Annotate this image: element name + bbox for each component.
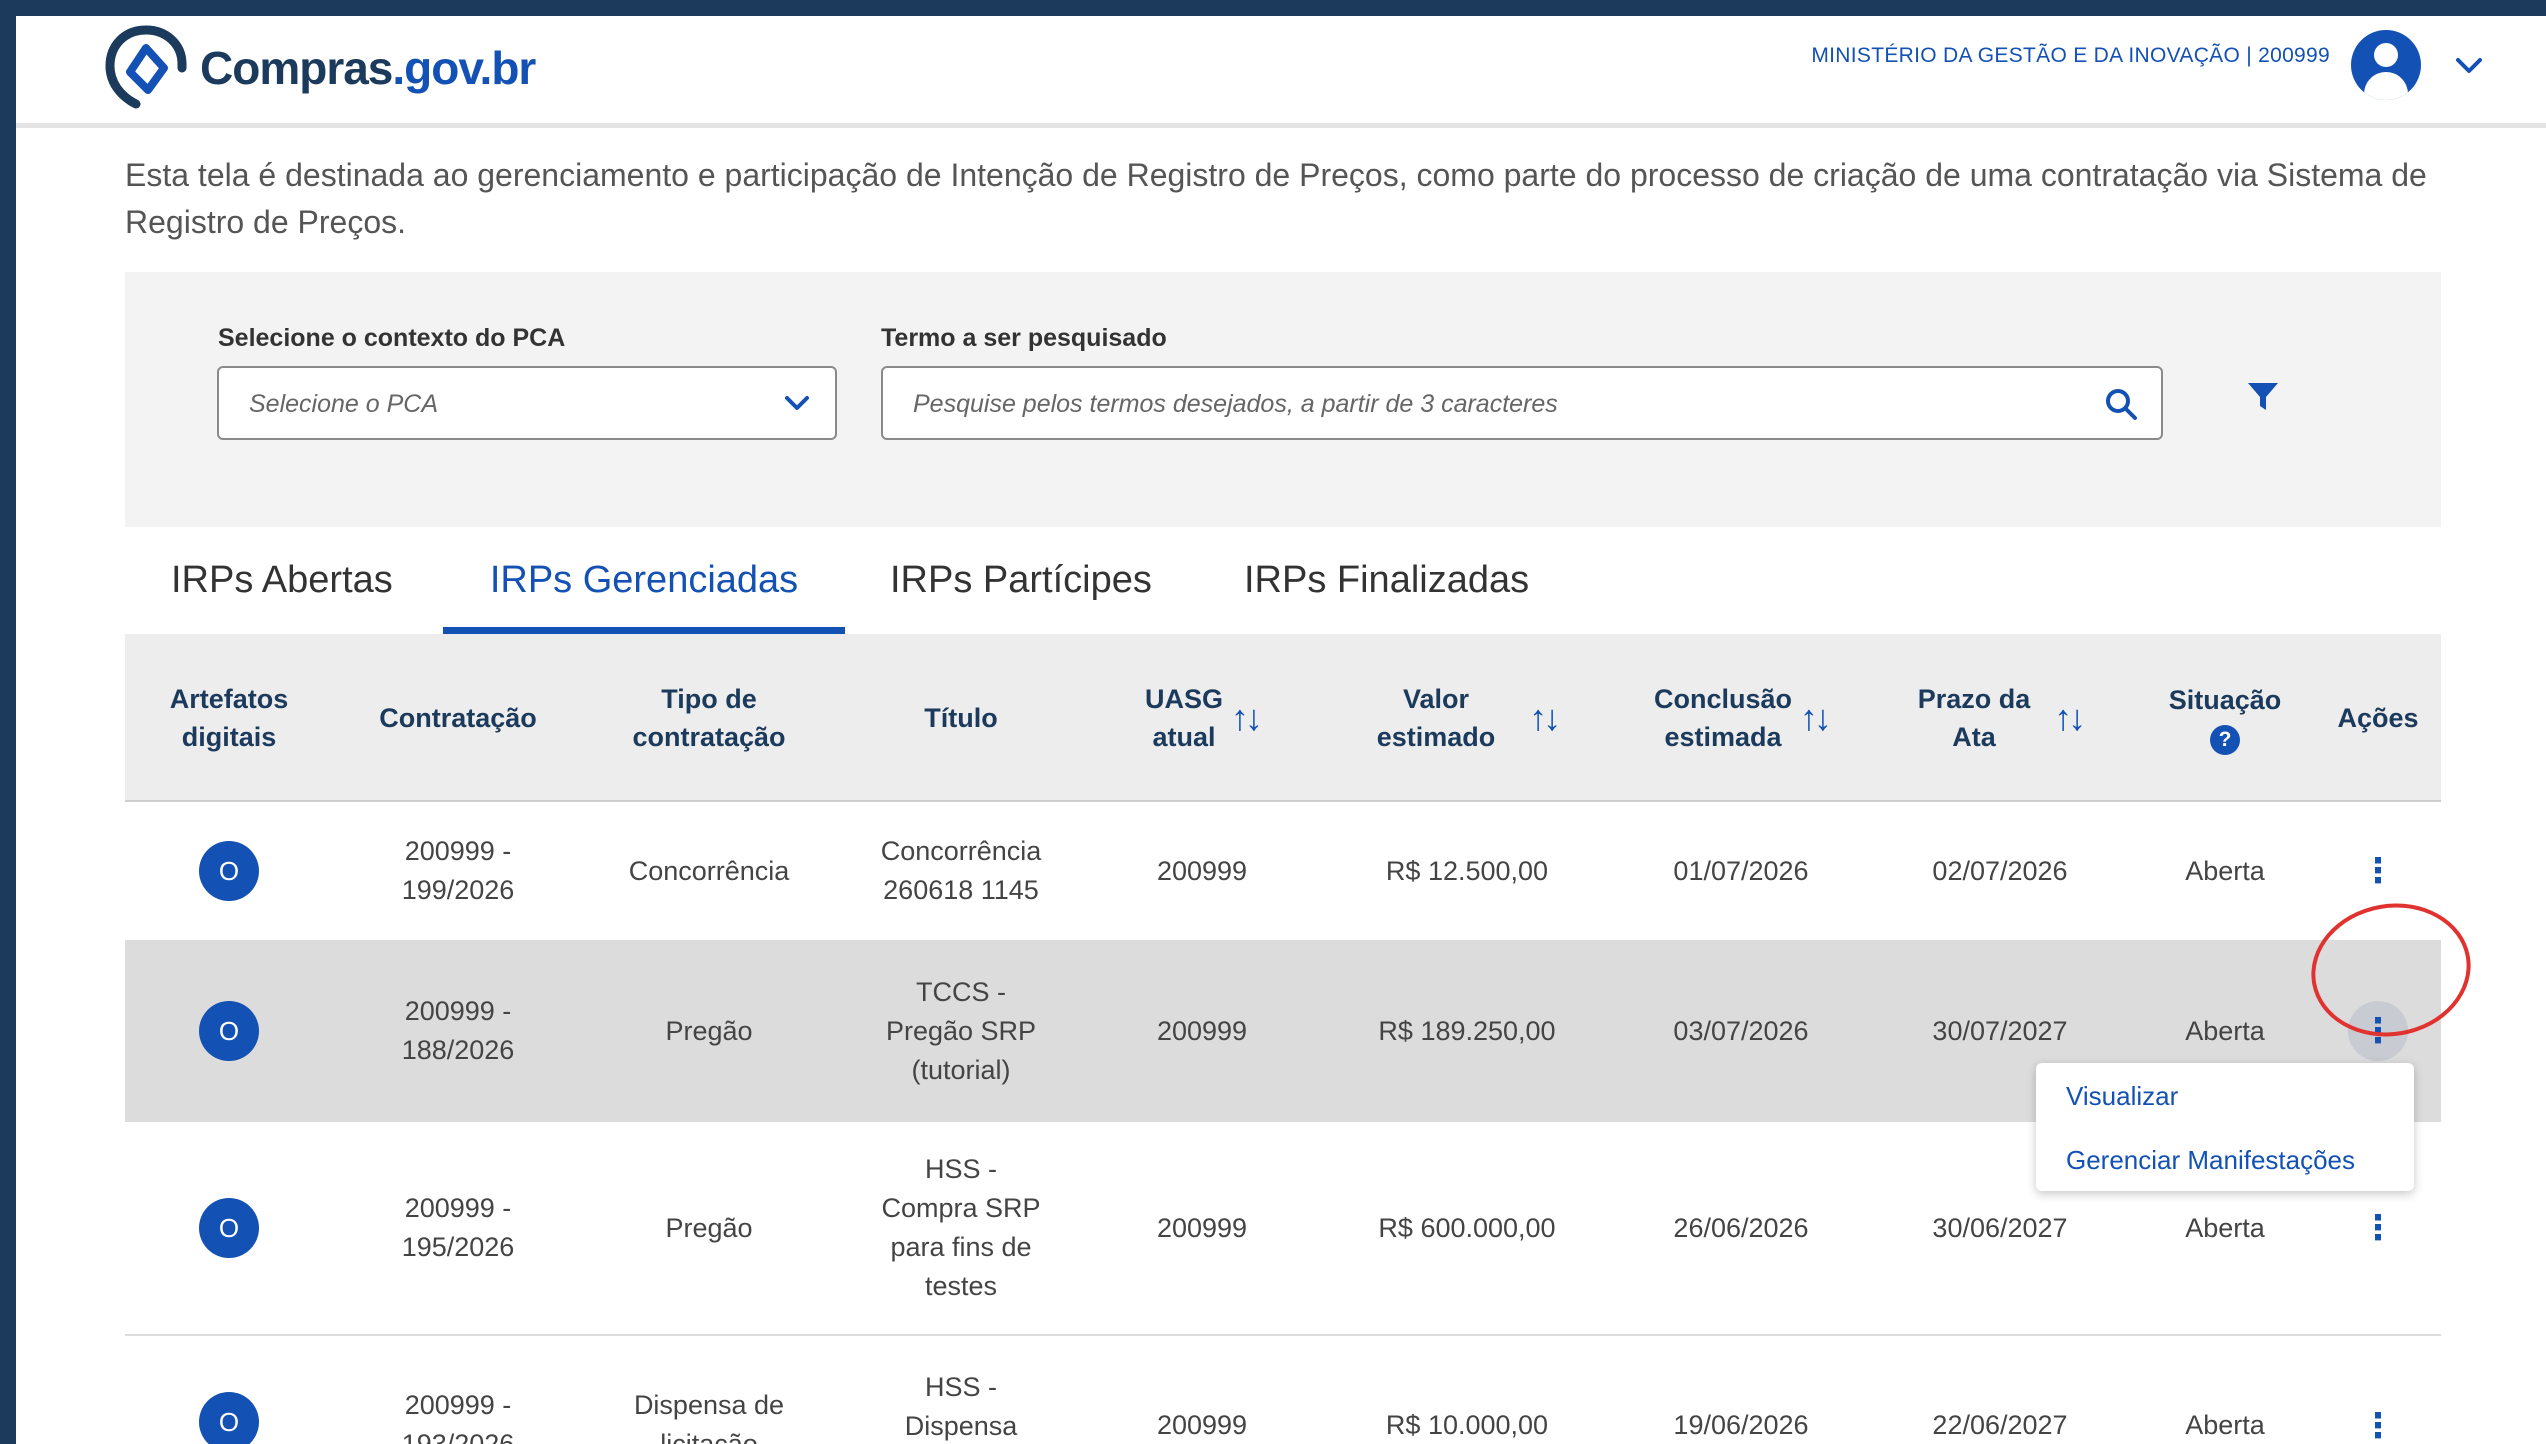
sort-icon[interactable]: ↑↓ — [1231, 699, 1263, 737]
uasg-cell: 200999 — [1156, 1212, 1248, 1243]
uasg-cell: 200999 — [1156, 1015, 1248, 1046]
menu-item-visualizar[interactable]: Visualizar — [2066, 1081, 2178, 1112]
filter-panel: Selecione o contexto do PCA Selecione o … — [125, 272, 2441, 527]
menu-item-gerenciar-manifestacoes[interactable]: Gerenciar Manifestações — [2066, 1145, 2355, 1176]
titulo-cell: HSS - Compra SRP para fins de testes — [881, 1154, 1041, 1301]
titulo-cell: TCCS - Pregão SRP (tutorial) — [885, 976, 1037, 1085]
col-prazo[interactable]: Prazo da Ata ↑↓ — [1865, 634, 2135, 802]
col-artefatos: Artefatos digitais — [169, 684, 289, 752]
valor-cell: R$ 10.000,00 — [1385, 1410, 1549, 1440]
conclusao-cell: 03/07/2026 — [1673, 1015, 1809, 1046]
situacao-cell: Aberta — [2185, 1410, 2265, 1440]
window-frame-left — [0, 0, 16, 1444]
search-icon[interactable] — [2103, 386, 2139, 422]
table-header: Artefatos digitais Contratação Tipo de con… — [125, 634, 2441, 802]
conclusao-cell: 01/07/2026 — [1673, 855, 1809, 886]
filter-icon[interactable] — [2245, 380, 2281, 414]
prazo-cell: 22/06/2027 — [1932, 1410, 2068, 1440]
tab-irps-abertas[interactable]: IRPs Abertas — [171, 530, 401, 634]
titulo-cell: HSS - Dispensa — [904, 1372, 1018, 1441]
col-contratacao: Contratação — [379, 703, 537, 733]
situacao-cell: Aberta — [2185, 855, 2265, 886]
sort-icon[interactable]: ↑↓ — [1800, 699, 1832, 737]
titulo-cell: Concorrência 260618 1145 — [880, 836, 1042, 905]
col-acoes: Ações — [2337, 703, 2419, 733]
kebab-menu-icon[interactable]: ⋮ — [2348, 1396, 2408, 1444]
search-label: Termo a ser pesquisado — [881, 324, 1167, 352]
pca-select[interactable]: Selecione o PCA — [217, 366, 837, 440]
col-uasg[interactable]: UASG atual ↑↓ — [1087, 634, 1317, 802]
chevron-down-icon — [785, 396, 809, 410]
kebab-menu-icon[interactable]: ⋮ — [2348, 1198, 2408, 1258]
user-avatar-icon[interactable] — [2351, 30, 2421, 100]
tipo-cell: Pregão — [665, 1212, 753, 1243]
acoes-cell: ⋮ — [2315, 1336, 2441, 1444]
tab-irps-participes[interactable]: IRPs Partícipes — [890, 530, 1160, 634]
tipo-cell: Concorrência — [628, 855, 790, 886]
help-icon[interactable]: ? — [2209, 725, 2240, 755]
col-tipo: Tipo de contratação — [632, 684, 786, 752]
artefato-badge[interactable]: O — [199, 841, 259, 901]
artefato-badge[interactable]: O — [199, 1392, 259, 1444]
compras-logo[interactable]: Compras.gov.br — [104, 24, 536, 112]
window-frame-top — [0, 0, 2546, 16]
conclusao-cell: 19/06/2026 — [1673, 1410, 1809, 1440]
sort-icon[interactable]: ↑↓ — [1529, 699, 1561, 737]
contratacao-cell: 200999 -199/2026 — [401, 836, 515, 905]
pca-label: Selecione o contexto do PCA — [218, 324, 566, 352]
sort-icon[interactable]: ↑↓ — [2054, 699, 2086, 737]
tab-irps-finalizadas[interactable]: IRPs Finalizadas — [1244, 530, 1534, 634]
search-placeholder: Pesquise pelos termos desejados, a parti… — [913, 390, 1558, 418]
conclusao-cell: 26/06/2026 — [1673, 1212, 1809, 1243]
search-input[interactable]: Pesquise pelos termos desejados, a parti… — [881, 366, 2163, 440]
intro-text: Esta tela é destinada ao gerenciamento e… — [125, 157, 2427, 240]
table-row: O 200999 -193/2026 Dispensa de licitação … — [125, 1336, 2441, 1444]
uasg-cell: 200999 — [1156, 855, 1248, 886]
artefatos-cell: O — [125, 942, 333, 1120]
tipo-cell: Dispensa de licitação — [633, 1390, 785, 1444]
col-valor[interactable]: Valor estimado ↑↓ — [1317, 634, 1617, 802]
valor-cell: R$ 12.500,00 — [1385, 855, 1549, 886]
contratacao-cell: 200999 -195/2026 — [401, 1193, 515, 1262]
valor-cell: R$ 189.250,00 — [1378, 1015, 1556, 1046]
uasg-cell: 200999 — [1156, 1410, 1248, 1440]
artefato-badge[interactable]: O — [199, 1198, 259, 1258]
artefato-badge[interactable]: O — [199, 1001, 259, 1061]
artefatos-cell: O — [125, 802, 333, 940]
top-bar: Compras.gov.br MINISTÉRIO DA GESTÃO E DA… — [16, 16, 2546, 128]
col-conclusao[interactable]: Conclusão estimada ↑↓ — [1617, 634, 1865, 802]
table-row: O 200999 -199/2026 Concorrência Concorrê… — [125, 802, 2441, 942]
col-titulo: Título — [924, 703, 998, 733]
logo-text: Compras.gov.br — [200, 42, 536, 94]
organization-label[interactable]: MINISTÉRIO DA GESTÃO E DA INOVAÇÃO | 200… — [1811, 44, 2330, 68]
valor-cell: R$ 600.000,00 — [1378, 1212, 1556, 1243]
artefatos-cell: O — [125, 1122, 333, 1334]
col-situacao: Situação ? — [2135, 634, 2315, 802]
artefatos-cell: O — [125, 1336, 333, 1444]
tipo-cell: Pregão — [665, 1015, 753, 1046]
chevron-down-icon[interactable] — [2454, 56, 2484, 76]
tab-irps-gerenciadas[interactable]: IRPs Gerenciadas — [443, 530, 845, 634]
tab-bar: IRPs Abertas IRPs Gerenciadas IRPs Partí… — [125, 530, 2441, 634]
contratacao-cell: 200999 -188/2026 — [401, 996, 515, 1065]
prazo-cell: 02/07/2026 — [1932, 855, 2068, 886]
kebab-menu-icon[interactable]: ⋮ — [2348, 841, 2408, 901]
gov-logo-icon — [105, 25, 187, 109]
pca-select-value: Selecione o PCA — [249, 390, 439, 418]
actions-dropdown: Visualizar Gerenciar Manifestações — [2036, 1063, 2414, 1191]
contratacao-cell: 200999 -193/2026 — [401, 1390, 515, 1444]
